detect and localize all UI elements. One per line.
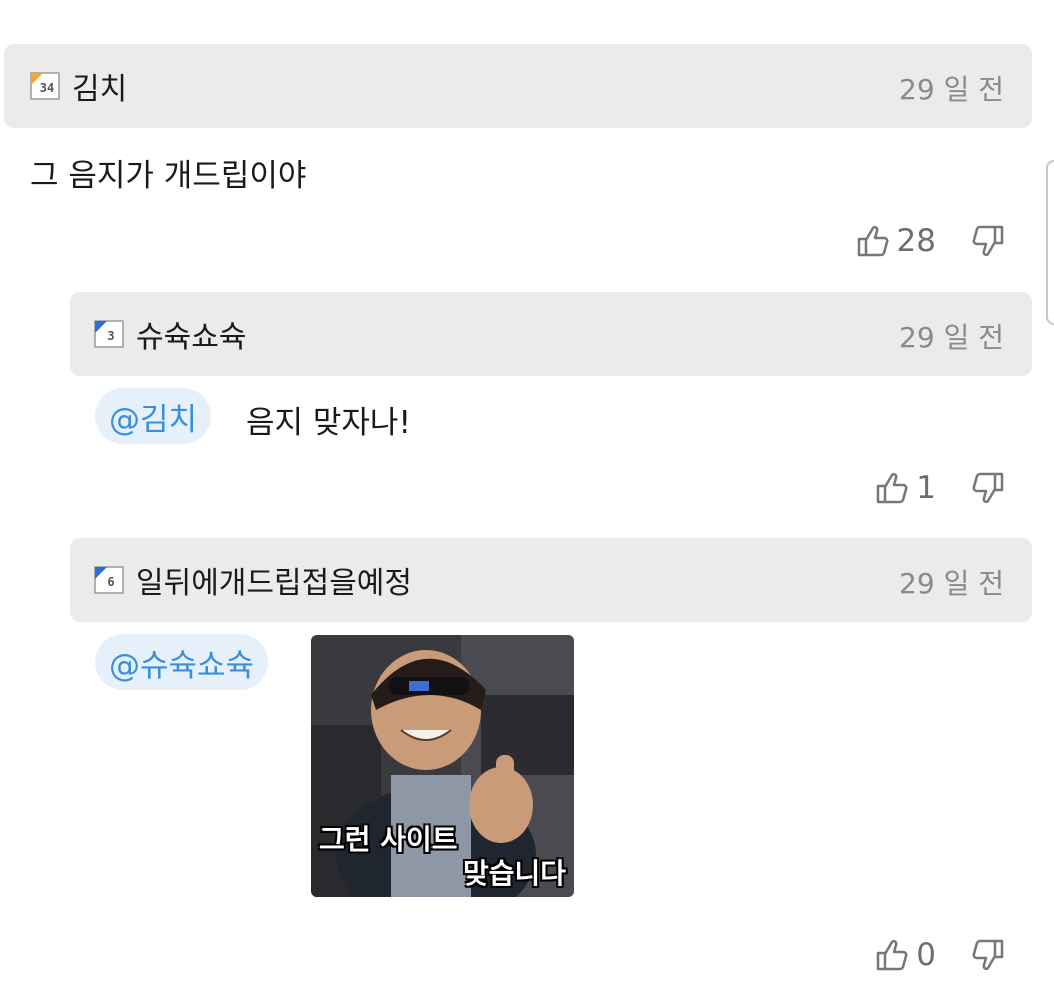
comment-text: 음지 맞자나!	[246, 405, 411, 441]
reply-header: 6 일뒤에개드립접을예정 29 일 전	[70, 538, 1032, 622]
like-count: 28	[896, 223, 936, 259]
like-button[interactable]: 0	[874, 937, 936, 973]
timestamp: 29 일 전	[899, 73, 1004, 106]
dislike-button[interactable]	[970, 223, 1006, 259]
mention-tag[interactable]: @슈슉쇼슉	[95, 634, 269, 690]
thumbs-down-icon	[972, 225, 1004, 257]
like-button[interactable]: 28	[855, 223, 936, 259]
sticker-caption-line: 맞습니다	[462, 857, 566, 890]
thumbs-down-icon	[972, 472, 1004, 504]
thumbs-down-icon	[972, 939, 1004, 971]
level-badge-icon: 34	[30, 72, 60, 100]
comment-header: 34 김치 29 일 전	[4, 44, 1032, 128]
author-name[interactable]: 일뒤에개드립접을예정	[136, 558, 412, 602]
thumbs-up-icon	[877, 472, 908, 504]
thumbs-up-icon	[877, 939, 908, 971]
like-button[interactable]: 1	[874, 470, 936, 506]
timestamp: 29 일 전	[899, 321, 1004, 354]
level-badge-icon: 6	[94, 566, 124, 594]
like-count: 1	[916, 470, 936, 506]
sticker-image[interactable]: 그런 사이트 맞습니다	[311, 635, 574, 897]
reply-header: 3 슈슉쇼슉 29 일 전	[70, 292, 1032, 376]
vote-bar: 1	[874, 463, 1006, 513]
dislike-button[interactable]	[970, 937, 1006, 973]
author-name[interactable]: 슈슉쇼슉	[136, 312, 246, 356]
svg-text:6: 6	[107, 575, 114, 589]
svg-text:34: 34	[40, 81, 54, 95]
sticker-caption-line: 그런 사이트	[319, 823, 458, 856]
sticker-caption: 그런 사이트 맞습니다	[319, 823, 566, 891]
like-count: 0	[916, 937, 936, 973]
timestamp: 29 일 전	[899, 567, 1004, 600]
author-name[interactable]: 김치	[72, 64, 127, 108]
level-badge-icon: 3	[94, 320, 124, 348]
scrollbar[interactable]	[1046, 160, 1054, 325]
dislike-button[interactable]	[970, 470, 1006, 506]
vote-bar: 28	[855, 216, 1006, 266]
vote-bar: 0	[874, 930, 1006, 980]
comment-text: 그 음지가 개드립이야	[30, 158, 307, 194]
thumbs-up-icon	[857, 225, 889, 257]
svg-text:3: 3	[107, 329, 114, 343]
mention-tag[interactable]: @김치	[95, 388, 212, 444]
